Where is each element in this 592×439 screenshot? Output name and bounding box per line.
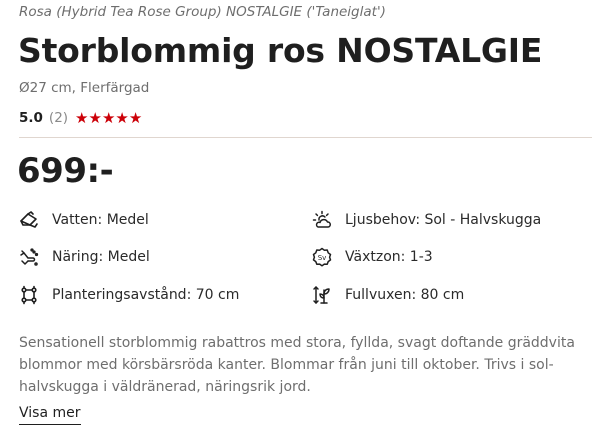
zone-badge-icon: Sv xyxy=(312,247,332,267)
rating-stars: ★★★★★ xyxy=(75,109,143,127)
attribute-height-label: Fullvuxen: 80 cm xyxy=(345,287,465,303)
product-title: Storblommig ros NOSTALGIE xyxy=(18,31,543,70)
attribute-light-label: Ljusbehov: Sol - Halvskugga xyxy=(345,212,542,228)
attribute-zone-label: Växtzon: 1-3 xyxy=(345,249,433,265)
latin-name: Rosa (Hybrid Tea Rose Group) NOSTALGIE (… xyxy=(19,4,386,20)
svg-text:Sv: Sv xyxy=(318,254,327,262)
water-can-icon xyxy=(19,210,39,230)
rating-count: (2) xyxy=(48,110,69,126)
price: 699:- xyxy=(17,151,114,191)
attribute-water: Vatten: Medel xyxy=(19,210,149,230)
plant-spacing-icon xyxy=(19,285,39,305)
sun-cloud-icon xyxy=(312,210,332,230)
plant-height-icon xyxy=(312,285,332,305)
rating-score: 5.0 xyxy=(19,110,43,126)
show-more-link[interactable]: Visa mer xyxy=(19,405,81,425)
divider xyxy=(19,137,592,138)
attribute-nutrition: Näring: Medel xyxy=(19,247,150,267)
attribute-nutrition-label: Näring: Medel xyxy=(52,249,150,265)
fertilizer-hand-icon xyxy=(19,247,39,267)
attribute-light: Ljusbehov: Sol - Halvskugga xyxy=(312,210,541,230)
attribute-water-label: Vatten: Medel xyxy=(52,212,149,228)
attribute-zone: Sv Växtzon: 1-3 xyxy=(312,247,433,267)
product-spec: Ø27 cm, Flerfärgad xyxy=(19,80,150,96)
attribute-spacing: Planteringsavstånd: 70 cm xyxy=(19,285,239,305)
attribute-spacing-label: Planteringsavstånd: 70 cm xyxy=(52,287,240,303)
product-description: Sensationell storblommig rabattros med s… xyxy=(19,335,575,395)
rating[interactable]: 5.0 (2) ★★★★★ xyxy=(19,109,142,127)
attribute-height: Fullvuxen: 80 cm xyxy=(312,285,464,305)
